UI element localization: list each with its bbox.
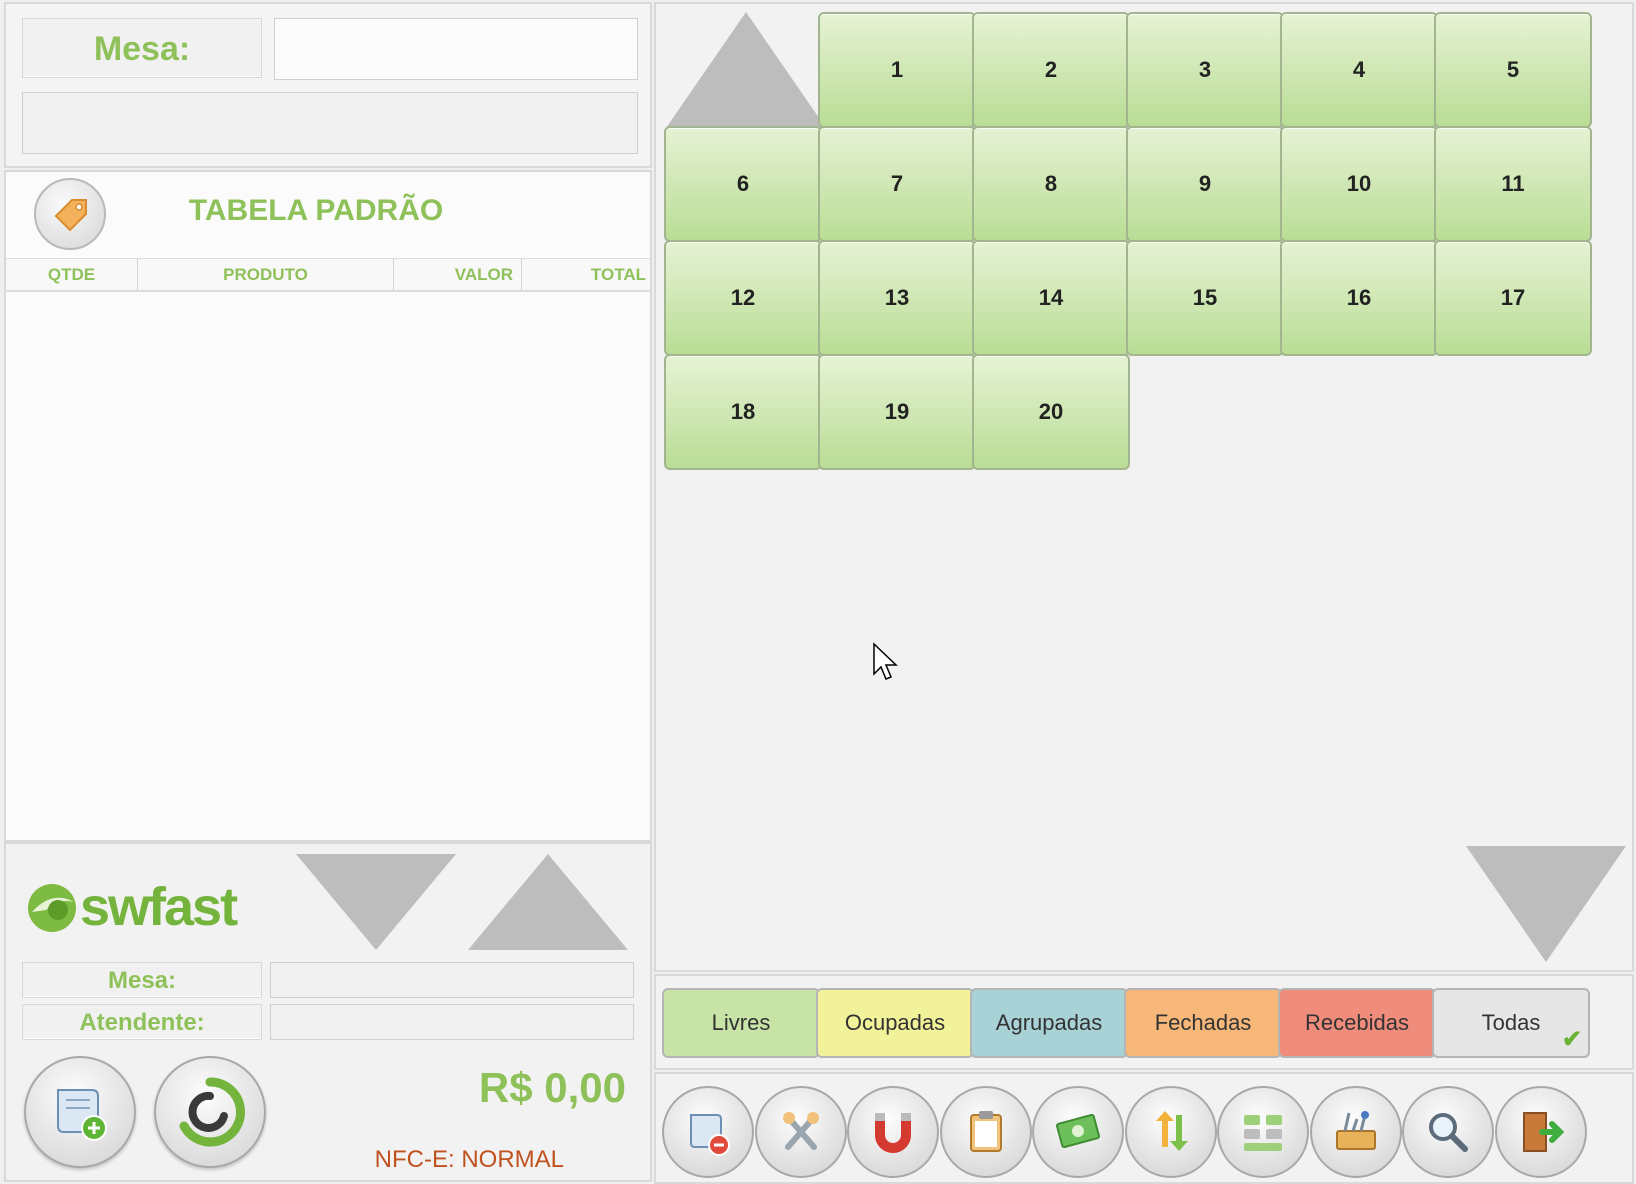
summary-mesa-label: Mesa: [22, 962, 262, 998]
table-button-19[interactable]: 19 [818, 354, 976, 470]
table-button-4[interactable]: 4 [1280, 12, 1438, 128]
magnet-icon [875, 1113, 911, 1153]
table-button-2[interactable]: 2 [972, 12, 1130, 128]
items-table-header: QTDE PRODUTO VALOR TOTAL [6, 258, 650, 292]
swfast-logo: swfast [24, 876, 244, 937]
summary-mesa-value [270, 962, 634, 998]
exit-icon [1522, 1112, 1564, 1152]
column-qtde: QTDE [6, 259, 138, 291]
table-button-12[interactable]: 12 [664, 240, 822, 356]
filter-label: Ocupadas [844, 1010, 946, 1035]
cutlery-button[interactable] [754, 1086, 847, 1178]
magnet-button[interactable] [847, 1086, 939, 1178]
price-table-button[interactable] [34, 178, 106, 250]
table-button-15[interactable]: 15 [1126, 240, 1284, 356]
group-tables-button[interactable] [1217, 1086, 1309, 1178]
filter-fechadas-button[interactable]: Fechadas [1124, 988, 1282, 1058]
clipboard-icon [969, 1111, 1002, 1152]
filter-ocupadas-button[interactable]: Ocupadas [816, 988, 974, 1058]
table-button-5[interactable]: 5 [1434, 12, 1592, 128]
price-table-title: TABELA PADRÃO [188, 194, 444, 227]
table-button-11[interactable]: 11 [1434, 126, 1592, 242]
order-total: R$ 0,00 [478, 1064, 626, 1111]
tables-grid-panel: 1 2 3 4 5 6 7 8 9 10 11 12 13 14 15 16 17 18 19 20 [654, 2, 1634, 972]
table-button-14[interactable]: 14 [972, 240, 1130, 356]
add-order-icon [57, 1089, 107, 1141]
mesa-info-box [22, 92, 638, 154]
filter-label: Agrupadas [995, 1010, 1103, 1035]
table-button-17[interactable]: 17 [1434, 240, 1592, 356]
swfast-logo-mark [28, 884, 76, 932]
cutlery-icon [782, 1112, 819, 1150]
search-button[interactable] [1402, 1086, 1494, 1178]
price-tag-icon [54, 199, 87, 232]
filter-label: Recebidas [1305, 1010, 1409, 1035]
refresh-icon [179, 1077, 245, 1147]
clipboard-button[interactable] [939, 1086, 1032, 1178]
action-toolbar [654, 1072, 1634, 1184]
money-icon [1055, 1113, 1101, 1149]
table-button-20[interactable]: 20 [972, 354, 1130, 470]
toolbox-button[interactable] [1309, 1086, 1402, 1178]
app-window: Mesa: TABELA PADRÃO QTDE PRODUTO VALOR T… [0, 0, 1636, 1184]
items-list[interactable] [6, 294, 650, 840]
logo-text: swfast [80, 877, 238, 937]
filter-agrupadas-button[interactable]: Agrupadas [970, 988, 1128, 1058]
column-valor: VALOR [394, 259, 522, 291]
filter-label: Fechadas [1154, 1010, 1252, 1035]
new-order-button[interactable] [24, 1056, 136, 1168]
table-button-8[interactable]: 8 [972, 126, 1130, 242]
tables-panel: 1 2 3 4 5 6 7 8 9 10 11 12 13 14 15 16 17 18 19 20 Livres Oc… [652, 0, 1636, 1184]
filter-label: Livres [711, 1010, 771, 1035]
order-panel: Mesa: TABELA PADRÃO QTDE PRODUTO VALOR T… [0, 0, 652, 1184]
table-button-18[interactable]: 18 [664, 354, 822, 470]
mesa-label: Mesa: [22, 18, 262, 78]
order-summary-panel: swfast Mesa: Atendente: R$ 0,00 NFC-E: N… [4, 842, 652, 1182]
column-total: TOTAL [590, 265, 646, 284]
scroll-up-tables-button[interactable] [666, 12, 826, 128]
remove-order-button[interactable] [662, 1086, 754, 1178]
filter-todas-button[interactable]: Todas ✔ [1432, 988, 1590, 1058]
filter-recebidas-button[interactable]: Recebidas [1278, 988, 1436, 1058]
mesa-input[interactable] [274, 18, 638, 80]
scroll-down-items-button[interactable] [296, 854, 456, 950]
refresh-button[interactable] [154, 1056, 266, 1168]
selected-check-icon: ✔ [1561, 1026, 1582, 1053]
summary-atendente-label: Atendente: [22, 1004, 262, 1040]
scroll-up-items-button[interactable] [468, 854, 628, 950]
transfer-icon [1155, 1111, 1188, 1151]
exit-button[interactable] [1494, 1086, 1587, 1178]
table-button-7[interactable]: 7 [818, 126, 976, 242]
filter-label: Todas [1481, 1010, 1541, 1035]
toolbox-icon [1335, 1111, 1376, 1150]
mouse-cursor-icon [873, 642, 898, 680]
filter-livres-button[interactable]: Livres [662, 988, 820, 1058]
search-icon [1429, 1113, 1468, 1152]
remove-order-icon [690, 1114, 730, 1156]
table-button-13[interactable]: 13 [818, 240, 976, 356]
transfer-button[interactable] [1124, 1086, 1217, 1178]
table-button-6[interactable]: 6 [664, 126, 822, 242]
table-button-10[interactable]: 10 [1280, 126, 1438, 242]
table-button-9[interactable]: 9 [1126, 126, 1284, 242]
group-tables-icon [1244, 1115, 1282, 1151]
table-button-1[interactable]: 1 [818, 12, 976, 128]
nfce-status: NFC-E: NORMAL [374, 1146, 564, 1173]
table-button-16[interactable]: 16 [1280, 240, 1438, 356]
status-filter-bar: Livres Ocupadas Agrupadas Fechadas Recebidas… [654, 974, 1634, 1070]
scroll-down-tables-button[interactable] [1466, 846, 1626, 962]
column-produto: PRODUTO [138, 259, 394, 291]
table-selection-panel: Mesa: [4, 2, 652, 168]
money-button[interactable] [1032, 1086, 1124, 1178]
order-items-panel: TABELA PADRÃO QTDE PRODUTO VALOR TOTAL [4, 170, 652, 842]
table-button-3[interactable]: 3 [1126, 12, 1284, 128]
summary-atendente-value [270, 1004, 634, 1040]
